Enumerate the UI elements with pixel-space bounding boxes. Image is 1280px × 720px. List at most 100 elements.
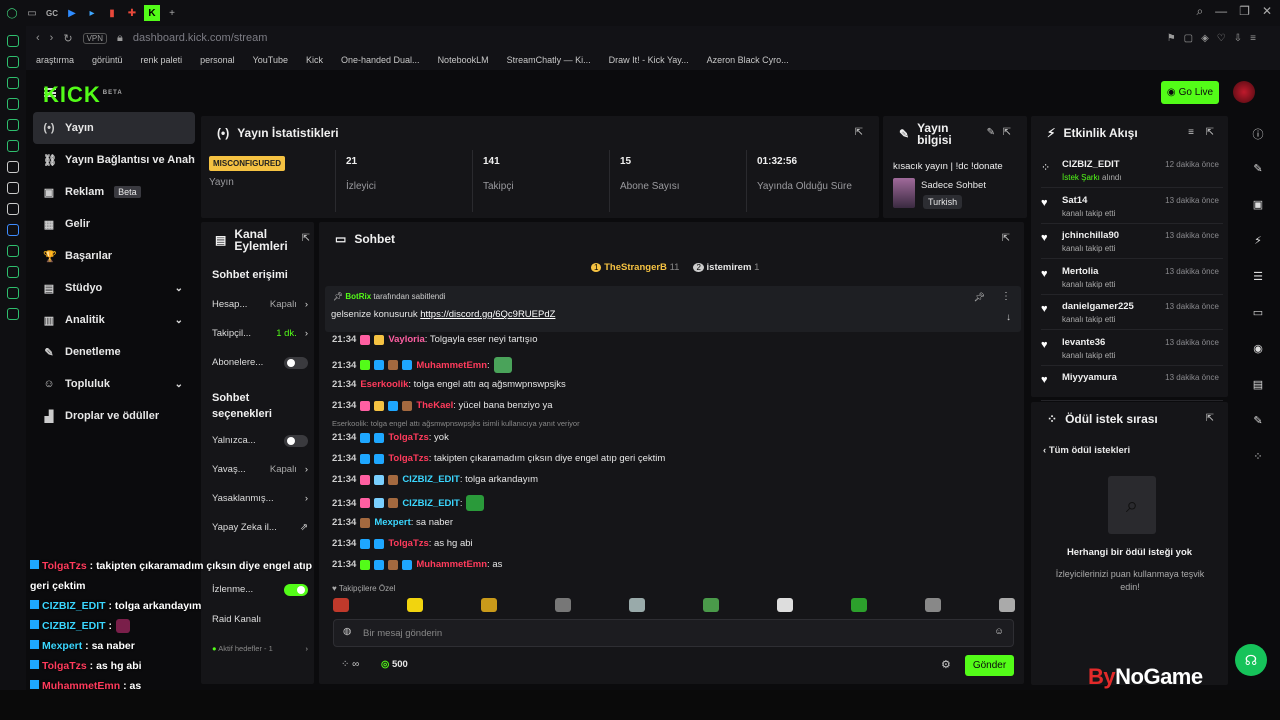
toolbar-icons[interactable]: ⚑▢◈♡⇩≡ <box>1167 33 1264 44</box>
nav-item[interactable]: 🏆 Başarılar <box>33 240 195 272</box>
top-user-1[interactable]: 1 TheStrangerB 11 <box>591 262 679 273</box>
message-username[interactable]: Vayloria <box>388 334 424 345</box>
chat-message[interactable]: 21:34 TolgaTzs: yok <box>332 432 449 443</box>
emote-button[interactable] <box>851 598 867 612</box>
tab-gc[interactable]: GC <box>44 5 60 21</box>
nav-item[interactable]: (•) Yayın <box>33 112 195 144</box>
popout-icon[interactable]: ⇱ <box>1003 127 1011 138</box>
emote-button[interactable] <box>481 598 497 612</box>
settings-icon[interactable]: ⚙︎ <box>941 658 951 671</box>
settings-icon[interactable] <box>7 308 19 320</box>
all-rewards-back[interactable]: ‹ Tüm ödül istekleri <box>1043 445 1130 456</box>
event-item[interactable]: ⁘ CIZBIZ_EDIT İstek Şarkı alındı 12 dakika … <box>1041 154 1223 188</box>
nav-item[interactable]: ▟ Droplar ve ödüller <box>33 400 195 432</box>
emote-button[interactable] <box>925 598 941 612</box>
reward-icon[interactable]: ⁘ <box>1251 450 1265 464</box>
bookmark-item[interactable]: Azeron Black Cyro... <box>707 55 789 65</box>
avatar[interactable] <box>1233 81 1255 103</box>
message-username[interactable]: TheKael <box>416 400 453 411</box>
nav-item[interactable]: ▥ Analitik ⌄ <box>33 304 195 336</box>
bookmark-item[interactable]: Kick <box>306 55 323 65</box>
reload-icon[interactable]: ↻ <box>63 32 72 45</box>
chat-message[interactable]: 21:34 TolgaTzs: as hg abi <box>332 538 473 549</box>
pin-icon[interactable]: 📌︎ <box>974 292 985 303</box>
tab-kick-active[interactable]: K <box>144 5 160 21</box>
nav-item[interactable]: ⛓ Yayın Bağlantısı ve Anahtarı <box>33 144 195 176</box>
channel-setting-row[interactable]: Yasaklanmış... › <box>212 493 308 504</box>
chat-input[interactable]: ◍ Bir mesaj gönderin ☺ <box>333 619 1014 647</box>
event-item[interactable]: ♥ Mertolia kanalı takip etti 13 dakika önce <box>1041 261 1223 295</box>
bookmark-item[interactable]: StreamChatly — Ki... <box>507 55 591 65</box>
chat-message[interactable]: 21:34 CIZBIZ_EDIT: tolga arkandayım <box>332 474 538 485</box>
discord-link[interactable]: https://discord.gg/6Qc9RUEPdZ <box>420 309 555 320</box>
toggle-switch[interactable] <box>284 435 308 447</box>
wrench-icon[interactable]: ✎ <box>1251 414 1265 428</box>
popout-icon[interactable]: ⇱ <box>1206 127 1214 138</box>
forward-icon[interactable]: › <box>50 32 54 44</box>
event-item[interactable]: ♥ Sat14 kanalı takip etti 13 dakika önce <box>1041 190 1223 224</box>
chat-message[interactable]: 21:34 TheKael: yücel bana benziyo ya <box>332 400 553 411</box>
sidebar-app-icon[interactable] <box>7 287 19 299</box>
tab-icon[interactable]: ▶ <box>64 5 80 21</box>
bookmark-item[interactable]: Draw It! - Kick Yay... <box>609 55 689 65</box>
tab-icon[interactable]: ▸ <box>84 5 100 21</box>
popout-icon[interactable]: ⇱ <box>855 127 863 138</box>
send-button[interactable]: Gönder <box>965 655 1014 676</box>
lightning-icon[interactable]: ⚡︎ <box>1251 234 1265 248</box>
collapse-icon[interactable]: ↓ <box>1006 312 1011 323</box>
tab-icon[interactable]: ✚ <box>124 5 140 21</box>
bookmark-item[interactable]: görüntü <box>92 55 123 65</box>
nav-item[interactable]: ☺ Topluluk ⌄ <box>33 368 195 400</box>
sidebar-app-icon[interactable] <box>7 35 19 47</box>
event-item[interactable]: ♥ Miyyyamura 13 dakika önce <box>1041 367 1223 401</box>
tab-icon[interactable]: ▮ <box>104 5 120 21</box>
filter-icon[interactable]: ≡ <box>1188 127 1194 138</box>
toggle-switch[interactable] <box>284 357 308 369</box>
emote-button[interactable] <box>999 598 1015 612</box>
emote-button[interactable] <box>703 598 719 612</box>
tab-icon[interactable]: ▭ <box>24 5 40 21</box>
channel-setting-row[interactable]: Abonelere... <box>212 357 308 369</box>
nav-item[interactable]: ▤ Stüdyo ⌄ <box>33 272 195 304</box>
edit-icon[interactable]: ✎ <box>1251 162 1265 176</box>
emote-button[interactable] <box>333 598 349 612</box>
bookmark-item[interactable]: araştırma <box>36 55 74 65</box>
message-username[interactable]: CIZBIZ_EDIT <box>402 498 460 509</box>
chat-message[interactable]: 21:34 MuhammetEmn: as <box>332 559 502 570</box>
list-icon[interactable]: ☰ <box>1251 270 1265 284</box>
popout-icon[interactable]: ⇱ <box>1206 413 1214 424</box>
chat-message[interactable]: 21:34 MuhammetEmn: <box>332 357 512 373</box>
event-item[interactable]: ♥ danielgamer225 kanalı takip etti 13 dakik… <box>1041 296 1223 330</box>
sidebar-app-icon[interactable] <box>7 77 19 89</box>
emoji-icon[interactable]: ☺ <box>994 626 1004 637</box>
url-field[interactable]: dashboard.kick.com/stream <box>133 32 268 44</box>
message-username[interactable]: TolgaTzs <box>388 538 428 549</box>
search-icon[interactable]: ⌕ <box>1196 4 1203 19</box>
broadcast-icon[interactable]: ◉ <box>1251 342 1265 356</box>
support-button[interactable]: ☊ <box>1235 644 1267 676</box>
message-username[interactable]: CIZBIZ_EDIT <box>402 474 460 485</box>
film-icon[interactable]: ▣ <box>1251 198 1265 212</box>
bookmark-item[interactable]: renk paleti <box>141 55 183 65</box>
channel-setting-row[interactable]: Takipçil... 1 dk. › <box>212 328 308 339</box>
sidebar-app-icon[interactable] <box>7 245 19 257</box>
bookmark-item[interactable]: personal <box>200 55 235 65</box>
whatsapp-icon[interactable] <box>7 140 19 152</box>
chat-message[interactable]: 21:34 TolgaTzs: takipten çıkaramadım çıks… <box>332 453 665 464</box>
nav-item[interactable]: ▣ Reklam Beta <box>33 176 195 208</box>
history-icon[interactable] <box>7 266 19 278</box>
discord-icon[interactable] <box>7 161 19 173</box>
channel-setting-row[interactable]: Yapay Zeka il... ⇗ <box>212 522 308 533</box>
kick-logo[interactable]: KICK BETA <box>43 82 123 108</box>
channel-actions-icon[interactable]: ▤ <box>1251 378 1265 392</box>
x-icon[interactable] <box>7 203 19 215</box>
emote-button[interactable] <box>777 598 793 612</box>
message-username[interactable]: Mexpert <box>374 517 410 528</box>
event-item[interactable]: ♥ jchinchilla90 kanalı takip etti 13 dakika… <box>1041 225 1223 259</box>
chat-message[interactable]: 21:34 Mexpert: sa naber <box>332 517 453 528</box>
emote-picker-icon[interactable]: ◍ <box>343 626 351 637</box>
popout-icon[interactable]: ⇱ <box>1002 233 1010 244</box>
nav-item[interactable]: ▦ Gelir <box>33 208 195 240</box>
sidebar-app-icon[interactable] <box>7 119 19 131</box>
restore-icon[interactable]: ❐ <box>1239 4 1250 19</box>
